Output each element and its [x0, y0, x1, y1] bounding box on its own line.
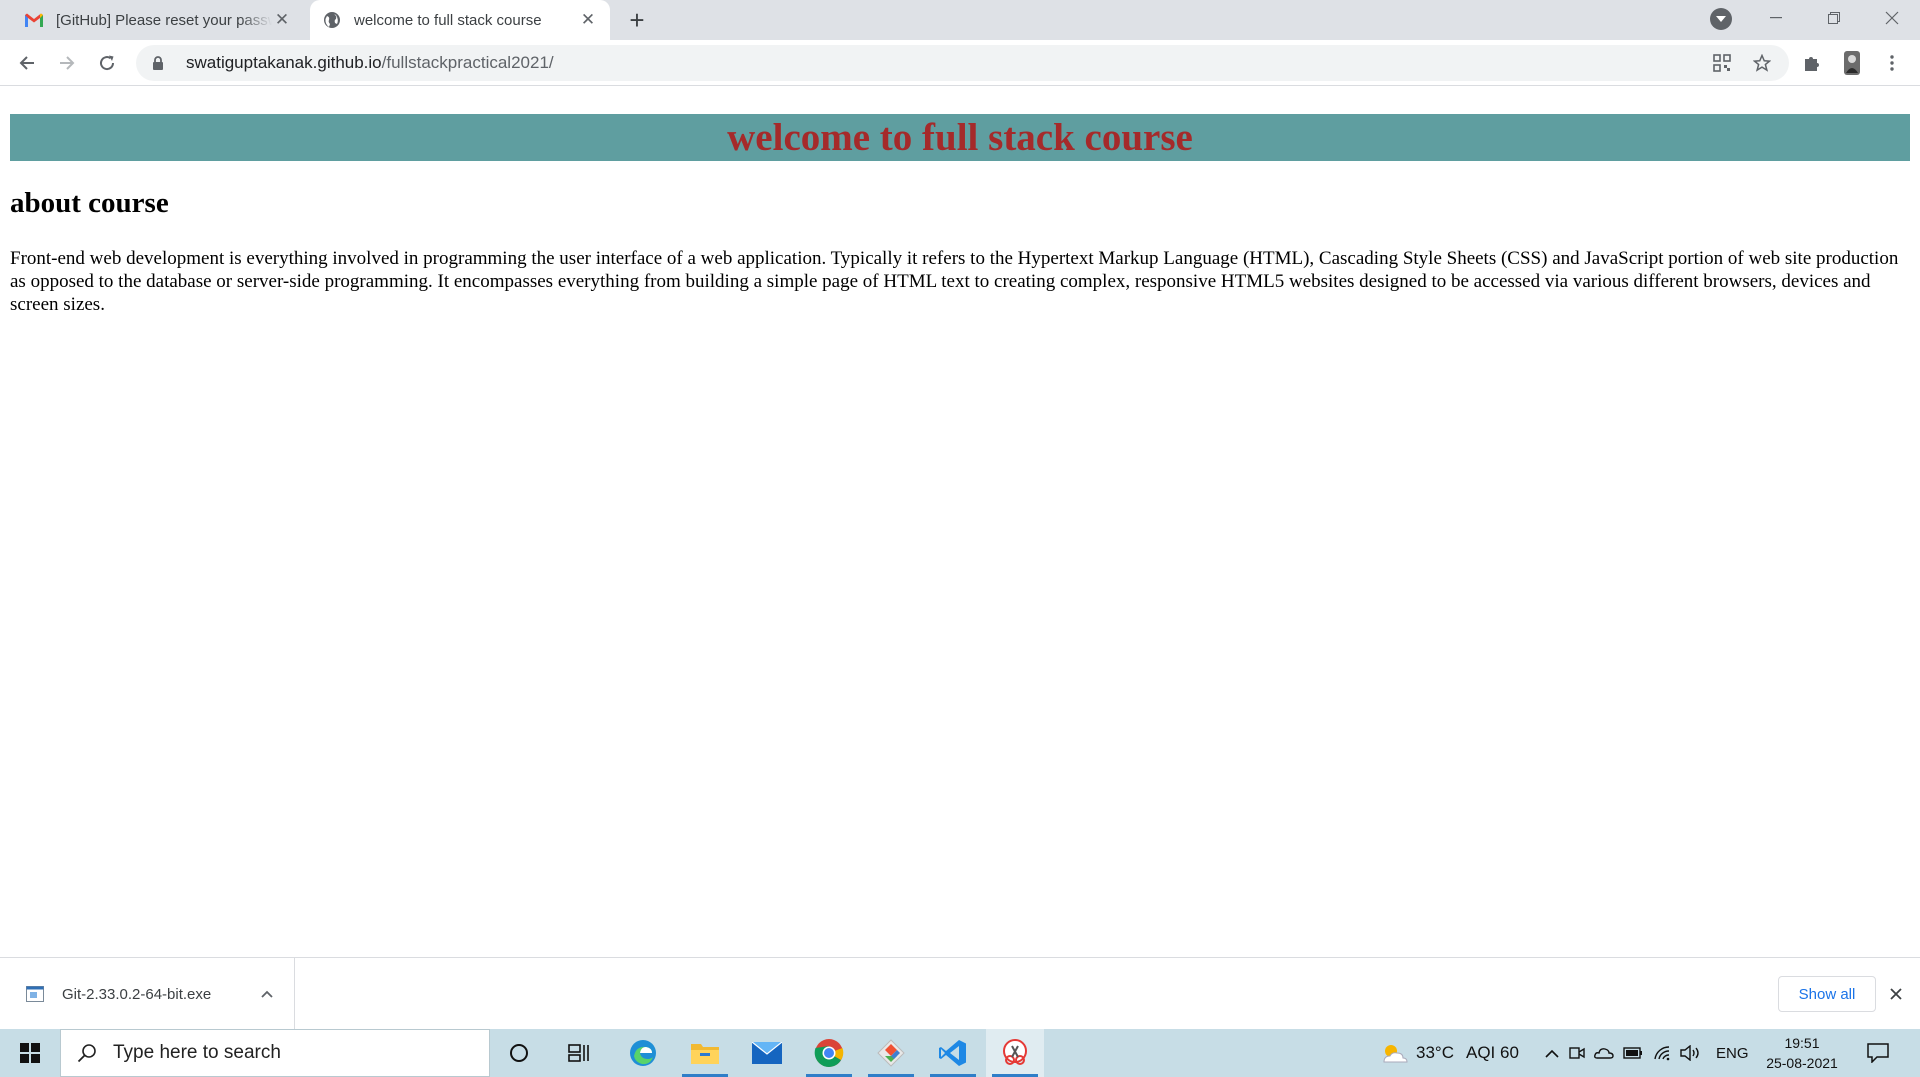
weather-temperature: 33°C — [1416, 1043, 1454, 1062]
tab-gmail[interactable]: [GitHub] Please reset your password ✕ — [12, 0, 304, 40]
search-placeholder: Type here to search — [113, 1042, 281, 1063]
tab-search-icon[interactable] — [1710, 8, 1732, 30]
clock-time: 19:51 — [1784, 1035, 1820, 1051]
gmail-icon — [24, 10, 44, 30]
page-banner: welcome to full stack course — [10, 114, 1910, 161]
taskbar-search-input[interactable]: Type here to search — [60, 1029, 490, 1077]
system-clock[interactable]: 19:51 25-08-2021 — [1762, 1033, 1842, 1073]
course-description: Front-end web development is everything … — [10, 248, 1899, 315]
bookmark-star-icon[interactable] — [1748, 49, 1776, 77]
windows-taskbar: Type here to search 33°C AQI 60 ENG 19:5… — [0, 1029, 1920, 1077]
extensions-puzzle-icon[interactable] — [1798, 49, 1826, 77]
cortana-icon[interactable] — [490, 1029, 548, 1077]
download-item[interactable]: Git-2.33.0.2-64-bit.exe — [0, 958, 295, 1030]
air-quality-index: AQI 60 — [1465, 1043, 1519, 1062]
browser-toolbar: swatiguptakanak.github.io/fullstackpract… — [0, 40, 1920, 86]
close-tab-icon[interactable]: ✕ — [578, 10, 598, 30]
language-indicator[interactable]: ENG — [1716, 1045, 1749, 1062]
url-path: /fullstackpractical2021/ — [381, 53, 554, 72]
chevron-up-icon[interactable] — [1540, 1049, 1564, 1058]
qr-code-icon[interactable] — [1708, 49, 1736, 77]
new-tab-button[interactable]: + — [622, 5, 652, 35]
weather-sun-cloud-icon — [1380, 1042, 1408, 1064]
git-gui-icon[interactable] — [862, 1029, 920, 1077]
profile-avatar[interactable] — [1838, 49, 1866, 77]
volume-icon[interactable] — [1676, 1045, 1706, 1061]
show-all-button[interactable]: Show all — [1778, 976, 1876, 1012]
page-title: welcome to full stack course — [727, 116, 1193, 159]
system-tray-icons: ENG — [1540, 1029, 1749, 1077]
edge-browser-icon[interactable] — [614, 1029, 672, 1077]
mail-icon[interactable] — [738, 1029, 796, 1077]
close-tab-icon[interactable]: ✕ — [272, 10, 292, 30]
address-bar[interactable]: swatiguptakanak.github.io/fullstackpract… — [136, 45, 1789, 81]
globe-icon — [322, 10, 342, 30]
task-view-icon[interactable] — [550, 1029, 608, 1077]
web-page: welcome to full stack course about cours… — [0, 87, 1920, 957]
close-shelf-icon[interactable] — [1884, 982, 1908, 1006]
download-file-name: Git-2.33.0.2-64-bit.exe — [62, 985, 212, 1003]
clock-date: 25-08-2021 — [1766, 1055, 1838, 1071]
snipping-tool-icon[interactable] — [986, 1029, 1044, 1077]
chrome-icon[interactable] — [800, 1029, 858, 1077]
battery-icon[interactable] — [1618, 1047, 1648, 1059]
meet-now-icon[interactable] — [1564, 1046, 1590, 1060]
notification-center-icon[interactable] — [1864, 1039, 1892, 1067]
restore-icon[interactable] — [1806, 0, 1862, 36]
tab-title: [GitHub] Please reset your password — [56, 11, 272, 29]
reload-icon[interactable] — [91, 47, 123, 79]
search-icon — [75, 1041, 99, 1065]
wifi-icon[interactable] — [1648, 1045, 1676, 1061]
exe-file-icon — [26, 986, 44, 1002]
tab-strip: [GitHub] Please reset your password ✕ we… — [0, 0, 1920, 40]
file-explorer-icon[interactable] — [676, 1029, 734, 1077]
url-host: swatiguptakanak.github.io — [186, 53, 382, 72]
tab-title: welcome to full stack course — [354, 11, 542, 29]
vscode-icon[interactable] — [924, 1029, 982, 1077]
windows-start-icon[interactable] — [0, 1029, 60, 1077]
tab-active[interactable]: welcome to full stack course ✕ — [310, 0, 610, 40]
section-heading: about course — [10, 187, 169, 219]
forward-icon[interactable] — [51, 47, 83, 79]
onedrive-cloud-icon[interactable] — [1590, 1047, 1618, 1059]
kebab-menu-icon[interactable] — [1878, 49, 1906, 77]
chevron-up-icon[interactable] — [252, 990, 282, 998]
lock-icon[interactable] — [152, 56, 166, 70]
close-window-icon[interactable] — [1864, 0, 1920, 36]
minimize-icon[interactable] — [1748, 0, 1804, 36]
weather-widget[interactable]: 33°C AQI 60 — [1380, 1029, 1519, 1077]
back-icon[interactable] — [11, 47, 43, 79]
download-shelf: Git-2.33.0.2-64-bit.exe Show all — [0, 957, 1920, 1030]
